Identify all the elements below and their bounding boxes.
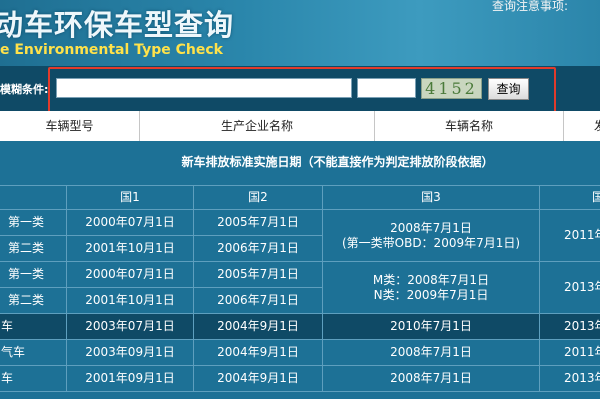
row-label: 第二类 xyxy=(0,287,67,314)
cell-guo3: 2008年7月1日 xyxy=(322,339,540,366)
cell-guo2: 2006年7月1日 xyxy=(193,235,323,262)
column-manufacturer[interactable]: 生产企业名称 xyxy=(139,111,374,141)
cell-guo4: 2011年 xyxy=(539,339,600,366)
column-vehicle-name[interactable]: 车辆名称 xyxy=(374,111,563,141)
cell-guo3-merged-a: 2008年7月1日 (第一类带OBD：2009年7月1日) xyxy=(322,209,540,262)
result-column-headers: 车辆型号 生产企业名称 车辆名称 发 xyxy=(0,111,600,141)
cell-guo1: 2003年07月1日 xyxy=(66,313,194,340)
cell-guo1: 2001年10月1日 xyxy=(66,287,194,314)
cell-guo4: 2013年 xyxy=(539,365,600,392)
notice-link[interactable]: 查询注意事项: xyxy=(492,0,568,14)
cell-guo1: 2001年09月1日 xyxy=(66,365,194,392)
cell-guo4-merged-a: 2011年 xyxy=(539,209,600,262)
guo3-m-class: M类：2008年7月1日 xyxy=(372,272,490,287)
header-guo2: 国2 xyxy=(193,185,323,210)
cell-guo4-merged-b: 2013年 xyxy=(539,261,600,314)
standards-title: 新车排放标准实施日期（不能直接作为判定排放阶段依据） xyxy=(181,155,494,169)
cell-guo2: 2005年7月1日 xyxy=(193,261,323,288)
cell-guo2: 2005年7月1日 xyxy=(193,209,323,236)
cell-guo2: 2006年7月1日 xyxy=(193,287,323,314)
guo3-obd-note: (第一类带OBD：2009年7月1日) xyxy=(341,235,521,250)
page-subtitle: e Environmental Type Check xyxy=(0,42,223,58)
cell-guo1: 2001年10月1日 xyxy=(66,235,194,262)
cell-guo1: 2000年07月1日 xyxy=(66,261,194,288)
column-engine[interactable]: 发 xyxy=(563,111,600,141)
row-label: 第二类 xyxy=(0,235,67,262)
row-label: 车 xyxy=(0,365,67,392)
standards-corner-cell xyxy=(0,185,67,210)
cell-guo2: 2004年9月1日 xyxy=(193,339,323,366)
guo3-date: 2008年7月1日 xyxy=(390,220,472,235)
header-guo1: 国1 xyxy=(66,185,194,210)
cell-guo2: 2004年9月1日 xyxy=(193,365,323,392)
row-label: 车 xyxy=(0,313,67,340)
cell-guo2: 2004年9月1日 xyxy=(193,313,323,340)
cell-guo4: 2013年 xyxy=(539,313,600,340)
row-label: 气车 xyxy=(0,339,67,366)
cell-guo3-merged-b: M类：2008年7月1日 N类：2009年7月1日 xyxy=(322,261,540,314)
guo3-n-class: N类：2009年7月1日 xyxy=(373,287,489,302)
header-guo4: 国 xyxy=(539,185,600,210)
search-highlight-frame xyxy=(48,67,556,114)
row-label: 第一类 xyxy=(0,209,67,236)
cell-guo3: 2008年7月1日 xyxy=(322,365,540,392)
cell-guo1: 2003年09月1日 xyxy=(66,339,194,366)
cell-guo1: 2000年07月1日 xyxy=(66,209,194,236)
header-guo3: 国3 xyxy=(322,185,540,210)
cell-guo3: 2010年7月1日 xyxy=(322,313,540,340)
search-label: 模糊条件: xyxy=(0,83,49,96)
column-vehicle-model[interactable]: 车辆型号 xyxy=(0,111,139,141)
page-title: 动车环保车型查询 xyxy=(0,8,235,42)
row-label: 第一类 xyxy=(0,261,67,288)
